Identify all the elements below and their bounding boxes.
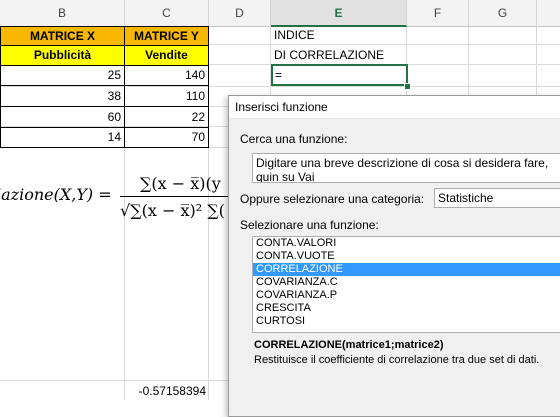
formula-lhs: lazione(X,Y) = [0,185,112,204]
header-pubblicita[interactable]: Pubblicità [0,45,125,66]
search-label: Cerca una funzione: [240,132,348,146]
table-cell[interactable]: 110 [124,86,209,107]
table-cell[interactable]: 38 [0,86,125,107]
category-select[interactable]: Statistiche [434,188,560,208]
insert-function-dialog: Inserisci funzione Cerca una funzione: D… [228,95,560,417]
function-description: Restituisce il coefficiente di correlazi… [254,354,540,366]
active-cell-formula: = [275,68,283,82]
column-header-c[interactable]: C [125,0,209,27]
fill-handle[interactable] [404,83,411,90]
function-list-label: Selezionare una funzione: [240,218,379,232]
column-header-h[interactable] [537,0,560,27]
cell-e-di-correlazione[interactable]: DI CORRELAZIONE [271,44,407,64]
column-header-d[interactable]: D [209,0,271,27]
search-function-input[interactable]: Digitare una breve descrizione di cosa s… [252,153,560,183]
list-item[interactable]: CURTOSI [253,315,560,328]
dialog-title: Inserisci funzione [229,96,560,119]
table-cell[interactable]: 14 [0,127,125,148]
column-header-b[interactable]: B [0,0,125,27]
function-list[interactable]: CONTA.VALORI CONTA.VUOTE CORRELAZIONE CO… [252,236,560,333]
table-cell[interactable]: 25 [0,65,125,86]
list-item-selected[interactable]: CORRELAZIONE [253,263,560,276]
list-item[interactable]: CONTA.VUOTE [253,250,560,263]
formula-numerator: ∑(x − x̅)(y [140,174,221,193]
table-cell[interactable]: 60 [0,107,125,128]
fraction-bar [120,196,230,197]
column-header-e[interactable]: E [271,0,407,27]
category-label: Oppure selezionare una categoria: [240,192,425,206]
list-item[interactable]: CONTA.VALORI [253,237,560,250]
table-cell[interactable]: 140 [124,65,209,86]
function-signature: CORRELAZIONE(matrice1;matrice2) [254,339,444,351]
list-item[interactable]: COVARIANZA.P [253,289,560,302]
formula-denominator: √∑(x − x̅)² ∑( [120,201,225,220]
header-matrice-y[interactable]: MATRICE Y [124,26,209,46]
column-header-f[interactable]: F [407,0,469,27]
cell-e-indice[interactable]: INDICE [271,24,407,44]
column-header-g[interactable]: G [469,0,537,27]
header-vendite[interactable]: Vendite [124,45,209,66]
table-cell[interactable]: 22 [124,107,209,128]
result-cell[interactable]: -0.57158394 [124,383,208,400]
list-item[interactable]: CRESCITA [253,302,560,315]
table-cell[interactable]: 70 [124,127,209,148]
header-matrice-x[interactable]: MATRICE X [0,26,125,46]
list-item[interactable]: COVARIANZA.C [253,276,560,289]
